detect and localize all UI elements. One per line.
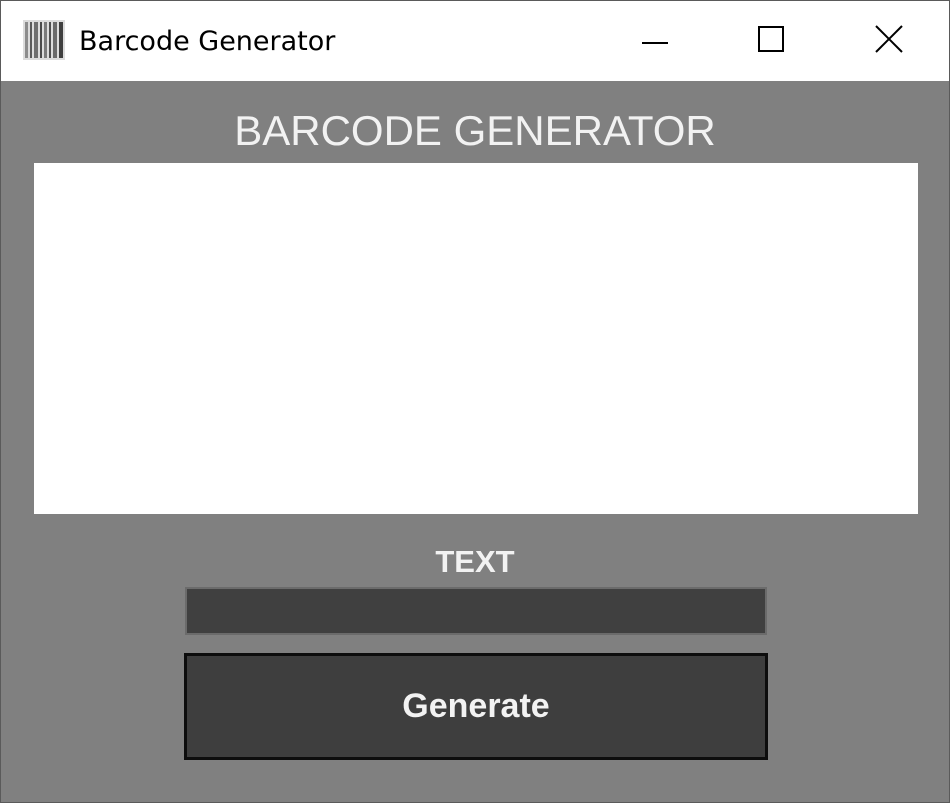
app-heading: BARCODE GENERATOR <box>234 107 716 154</box>
app-window: Barcode Generator BARCODE GENERATOR TEXT… <box>0 0 950 803</box>
barcode-display-area <box>34 163 918 514</box>
maximize-icon <box>758 25 784 57</box>
generate-button[interactable]: Generate <box>184 653 768 760</box>
text-input[interactable] <box>185 587 767 635</box>
close-icon <box>875 24 903 58</box>
title-bar[interactable]: Barcode Generator <box>1 1 949 81</box>
close-button[interactable] <box>831 1 947 81</box>
minimize-button[interactable] <box>597 1 713 81</box>
text-label: TEXT <box>435 544 515 579</box>
minimize-icon <box>642 32 668 50</box>
maximize-button[interactable] <box>713 1 829 81</box>
generate-button-label: Generate <box>402 687 550 725</box>
barcode-icon <box>23 20 65 60</box>
window-title: Barcode Generator <box>79 26 336 57</box>
